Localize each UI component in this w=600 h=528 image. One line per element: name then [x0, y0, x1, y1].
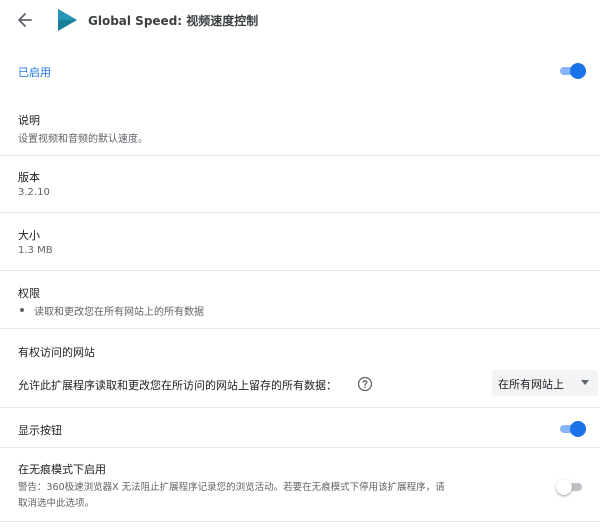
show-button-label: 显示按钮	[18, 424, 62, 437]
size-value: 1.3 MB	[18, 245, 53, 256]
enabled-label: 已启用	[18, 66, 51, 79]
description-label: 说明	[18, 114, 40, 127]
bullet-dot	[20, 308, 24, 312]
site-access-heading: 有权访问的网站	[18, 346, 95, 359]
permissions-label: 权限	[18, 287, 40, 300]
page-header: Global Speed: 视频速度控制	[0, 0, 600, 40]
divider	[0, 270, 600, 271]
site-access-prompt: 允许此扩展程序读取和更改您在所访问的网站上留存的所有数据：	[18, 379, 337, 392]
arrow-left-icon[interactable]	[14, 9, 36, 31]
enabled-toggle[interactable]	[558, 63, 586, 79]
play-triangle-logo-icon	[58, 9, 77, 31]
divider	[0, 407, 600, 408]
version-value: 3.2.10	[18, 187, 50, 198]
divider	[0, 155, 600, 156]
divider	[0, 328, 600, 329]
divider	[0, 447, 600, 448]
toggle-knob	[556, 479, 572, 495]
toggle-knob	[570, 421, 586, 437]
incognito-toggle[interactable]	[556, 479, 584, 495]
site-access-select[interactable]: 在所有网站上	[492, 370, 598, 396]
show-button-toggle[interactable]	[558, 421, 586, 437]
description-value: 设置视频和音频的默认速度。	[18, 134, 148, 145]
permission-item: 读取和更改您在所有网站上的所有数据	[34, 307, 204, 318]
divider	[0, 521, 600, 522]
incognito-warning-line1: 警告：360极速浏览器X 无法阻止扩展程序记录您的浏览活动。若要在无痕模式下停用…	[18, 482, 445, 493]
help-circle-icon[interactable]	[357, 376, 373, 392]
site-access-selected: 在所有网站上	[498, 378, 564, 391]
chevron-down-icon	[581, 380, 589, 385]
incognito-label: 在无痕模式下启用	[18, 463, 106, 476]
version-label: 版本	[18, 171, 40, 184]
toggle-knob	[570, 63, 586, 79]
incognito-warning-line2: 取消选中此选项。	[18, 498, 95, 509]
size-label: 大小	[18, 229, 40, 242]
divider	[0, 212, 600, 213]
extension-title: Global Speed: 视频速度控制	[88, 14, 259, 28]
